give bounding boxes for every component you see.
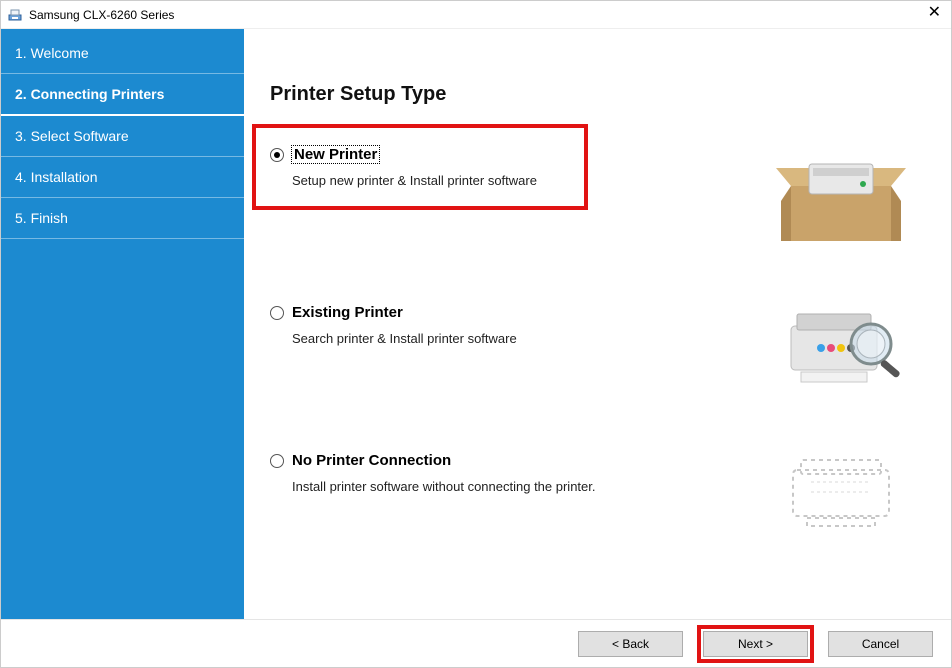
sidebar-step-installation[interactable]: 4. Installation <box>1 157 244 198</box>
app-icon <box>7 7 23 23</box>
printer-search-icon <box>761 304 921 394</box>
close-icon[interactable]: ✕ <box>928 5 941 21</box>
printer-outline-icon <box>761 452 921 532</box>
cancel-button-wrap: Cancel <box>828 631 933 657</box>
radio-no-printer[interactable] <box>270 454 284 468</box>
back-button-wrap: < Back <box>578 631 683 657</box>
main-panel: Printer Setup Type New Printer Setup new… <box>244 29 951 619</box>
radio-existing-printer[interactable] <box>270 306 284 320</box>
sidebar: 1. Welcome 2. Connecting Printers 3. Sel… <box>1 29 244 619</box>
sidebar-step-connecting-printers[interactable]: 2. Connecting Printers <box>1 74 244 116</box>
next-button[interactable]: Next > <box>703 631 808 657</box>
sidebar-step-finish[interactable]: 5. Finish <box>1 198 244 239</box>
window-title: Samsung CLX-6260 Series <box>29 8 174 22</box>
option-new-printer[interactable]: New Printer Setup new printer & Install … <box>270 146 921 246</box>
option-desc: Install printer software without connect… <box>292 479 745 494</box>
radio-line: Existing Printer <box>270 304 745 321</box>
option-desc: Setup new printer & Install printer soft… <box>292 173 745 188</box>
printer-box-icon <box>761 146 921 246</box>
option-label: No Printer Connection <box>292 452 451 469</box>
option-desc: Search printer & Install printer softwar… <box>292 331 745 346</box>
radio-line: New Printer <box>270 146 745 163</box>
option-existing-printer[interactable]: Existing Printer Search printer & Instal… <box>270 304 921 394</box>
sidebar-step-welcome[interactable]: 1. Welcome <box>1 33 244 74</box>
next-button-wrap: Next > <box>703 631 808 657</box>
page-title: Printer Setup Type <box>270 83 921 106</box>
option-label: Existing Printer <box>292 304 403 321</box>
sidebar-step-select-software[interactable]: 3. Select Software <box>1 116 244 157</box>
option-no-printer-connection[interactable]: No Printer Connection Install printer so… <box>270 452 921 532</box>
installer-window: Samsung CLX-6260 Series ✕ 1. Welcome 2. … <box>0 0 952 668</box>
radio-new-printer[interactable] <box>270 148 284 162</box>
back-button[interactable]: < Back <box>578 631 683 657</box>
radio-line: No Printer Connection <box>270 452 745 469</box>
option-text: New Printer Setup new printer & Install … <box>270 146 761 188</box>
content-area: 1. Welcome 2. Connecting Printers 3. Sel… <box>1 29 951 619</box>
titlebar: Samsung CLX-6260 Series ✕ <box>1 1 951 29</box>
option-text: No Printer Connection Install printer so… <box>270 452 761 494</box>
option-label: New Printer <box>292 146 379 163</box>
cancel-button[interactable]: Cancel <box>828 631 933 657</box>
option-text: Existing Printer Search printer & Instal… <box>270 304 761 346</box>
footer: < Back Next > Cancel <box>1 619 951 667</box>
